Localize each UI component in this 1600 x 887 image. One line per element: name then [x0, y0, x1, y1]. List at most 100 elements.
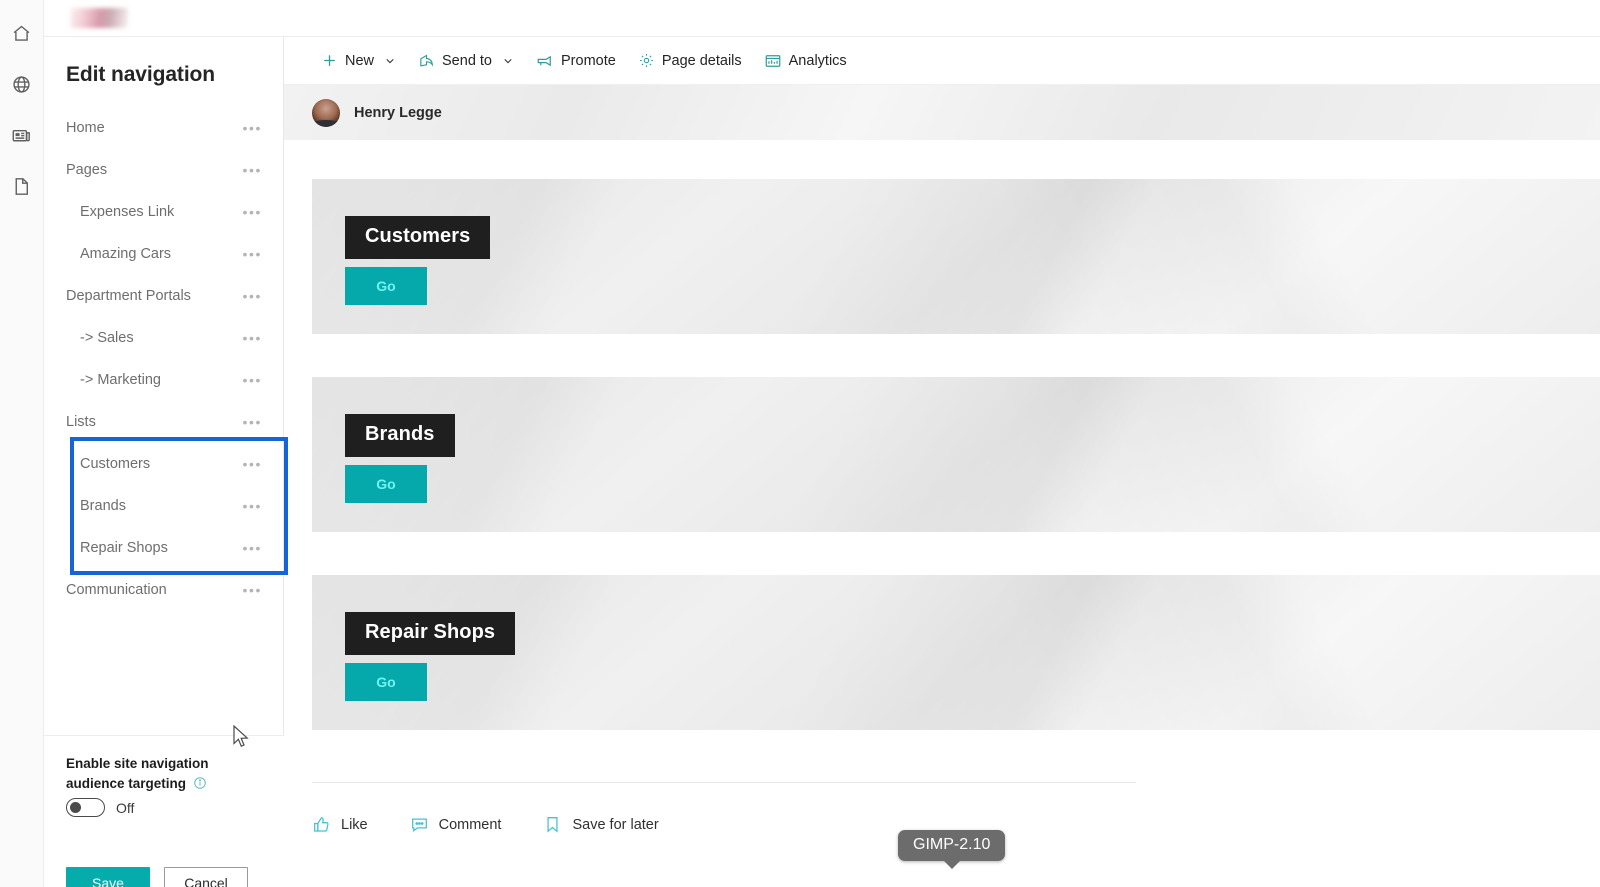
- social-save-for-later[interactable]: Save for later: [543, 815, 659, 834]
- nav-item-label: Amazing Cars: [80, 246, 172, 262]
- toggle-knob: [70, 802, 81, 813]
- nav-item-department-portals[interactable]: Department Portals •••: [44, 275, 284, 317]
- audience-targeting-label: Enable site navigation audience targetin…: [66, 754, 256, 796]
- command-send-to[interactable]: Send to: [407, 41, 525, 81]
- send-to-icon: [418, 52, 435, 69]
- site-logo-redacted[interactable]: [70, 8, 128, 28]
- nav-item-label: Brands: [80, 498, 126, 514]
- nav-item-menu-icon[interactable]: •••: [242, 205, 262, 219]
- author-name: Henry Legge: [354, 104, 442, 121]
- social-label: Comment: [438, 816, 502, 833]
- nav-item-menu-icon[interactable]: •••: [242, 583, 262, 597]
- nav-item-menu-icon[interactable]: •••: [242, 331, 262, 345]
- nav-item-menu-icon[interactable]: •••: [242, 415, 262, 429]
- nav-item-menu-icon[interactable]: •••: [242, 289, 262, 303]
- social-like[interactable]: Like: [312, 815, 368, 834]
- hero-card-title: Customers: [345, 216, 491, 259]
- taskbar-tooltip: GIMP-2.10: [898, 830, 1006, 861]
- hero-card: Brands Go: [312, 377, 1600, 532]
- audience-targeting-text: Enable site navigation audience targetin…: [66, 756, 209, 791]
- save-button[interactable]: Save: [66, 867, 150, 887]
- toggle-state-label: Off: [116, 799, 135, 816]
- nav-item-label: Communication: [66, 582, 167, 598]
- chevron-down-icon[interactable]: [502, 55, 514, 67]
- nav-item-menu-icon[interactable]: •••: [242, 121, 262, 135]
- navigation-list: Home ••• Pages ••• Expenses Link ••• Amazing C…: [44, 107, 284, 611]
- nav-item-lists[interactable]: Lists •••: [44, 401, 284, 443]
- command-label: Promote: [561, 52, 616, 69]
- nav-item-menu-icon[interactable]: •••: [242, 247, 262, 261]
- nav-item-amazing-cars[interactable]: Amazing Cars •••: [44, 233, 284, 275]
- hero-card-go-button[interactable]: Go: [345, 465, 427, 503]
- document-icon[interactable]: [0, 161, 44, 212]
- plus-icon: [321, 52, 338, 69]
- nav-item-communication[interactable]: Communication •••: [44, 569, 284, 611]
- nav-item-home[interactable]: Home •••: [44, 107, 284, 149]
- nav-item-sales[interactable]: -> Sales •••: [44, 317, 284, 359]
- command-bar: New Send to Promote Page details Analytics: [284, 37, 1600, 85]
- social-label: Save for later: [572, 816, 659, 833]
- nav-item-label: -> Marketing: [80, 372, 161, 388]
- nav-item-label: Repair Shops: [80, 540, 168, 556]
- content-divider: [312, 782, 1136, 783]
- command-label: Analytics: [788, 52, 847, 69]
- nav-item-menu-icon[interactable]: •••: [242, 373, 262, 387]
- author-band: Henry Legge: [284, 85, 1600, 140]
- nav-item-label: Customers: [80, 456, 151, 472]
- bookmark-icon: [543, 815, 562, 834]
- cancel-button[interactable]: Cancel: [164, 867, 248, 887]
- nav-item-brands[interactable]: Brands •••: [44, 485, 284, 527]
- command-analytics[interactable]: Analytics: [753, 41, 858, 81]
- hero-card-go-button[interactable]: Go: [345, 267, 427, 305]
- nav-item-label: Home: [66, 120, 105, 136]
- megaphone-icon: [536, 52, 554, 70]
- home-icon[interactable]: [0, 8, 44, 59]
- hero-card-title: Brands: [345, 414, 455, 457]
- nav-item-label: -> Sales: [80, 330, 134, 346]
- page-title: Edit navigation: [66, 63, 216, 86]
- page-canvas: Henry Legge Customers Go Brands Go Repair Sh…: [284, 85, 1600, 887]
- nav-item-marketing[interactable]: -> Marketing •••: [44, 359, 284, 401]
- command-new[interactable]: New: [310, 41, 407, 81]
- news-icon[interactable]: [0, 110, 44, 161]
- comment-icon: [410, 815, 429, 834]
- analytics-icon: [764, 52, 782, 70]
- taskbar-tooltip-label: GIMP-2.10: [913, 836, 991, 853]
- thumbs-up-icon: [312, 815, 331, 834]
- nav-item-label: Department Portals: [66, 288, 191, 304]
- hero-card-title: Repair Shops: [345, 612, 516, 655]
- nav-item-expenses-link[interactable]: Expenses Link •••: [44, 191, 284, 233]
- command-promote[interactable]: Promote: [525, 41, 627, 81]
- nav-item-repair-shops[interactable]: Repair Shops •••: [44, 527, 284, 569]
- social-label: Like: [341, 816, 368, 833]
- globe-icon[interactable]: [0, 59, 44, 110]
- info-icon[interactable]: [193, 776, 207, 796]
- chevron-down-icon[interactable]: [384, 55, 396, 67]
- nav-item-menu-icon[interactable]: •••: [242, 499, 262, 513]
- social-actions-bar: Like Comment Save for later: [312, 815, 659, 834]
- suite-bar: [44, 0, 1600, 37]
- nav-item-menu-icon[interactable]: •••: [242, 163, 262, 177]
- social-comment[interactable]: Comment: [410, 815, 502, 834]
- hero-card-go-button[interactable]: Go: [345, 663, 427, 701]
- audience-targeting-toggle-row[interactable]: Off: [66, 798, 134, 817]
- panel-footer: Enable site navigation audience targetin…: [44, 735, 284, 887]
- avatar: [312, 98, 340, 127]
- nav-item-menu-icon[interactable]: •••: [242, 457, 262, 471]
- command-label: New: [345, 52, 375, 69]
- nav-item-customers[interactable]: Customers •••: [44, 443, 284, 485]
- nav-item-pages[interactable]: Pages •••: [44, 149, 284, 191]
- command-label: Page details: [661, 52, 742, 69]
- panel-action-buttons: Save Cancel: [66, 867, 248, 887]
- nav-item-label: Pages: [66, 162, 108, 178]
- nav-item-menu-icon[interactable]: •••: [242, 541, 262, 555]
- command-label: Send to: [442, 52, 493, 69]
- audience-targeting-toggle[interactable]: [66, 798, 105, 817]
- gear-icon: [638, 52, 655, 69]
- command-page-details[interactable]: Page details: [627, 41, 753, 81]
- nav-item-label: Expenses Link: [80, 204, 175, 220]
- hero-card: Repair Shops Go: [312, 575, 1600, 730]
- hero-card: Customers Go: [312, 179, 1600, 334]
- edit-navigation-panel: Edit navigation Home ••• Pages ••• Expenses …: [44, 37, 288, 887]
- nav-item-label: Lists: [66, 414, 96, 430]
